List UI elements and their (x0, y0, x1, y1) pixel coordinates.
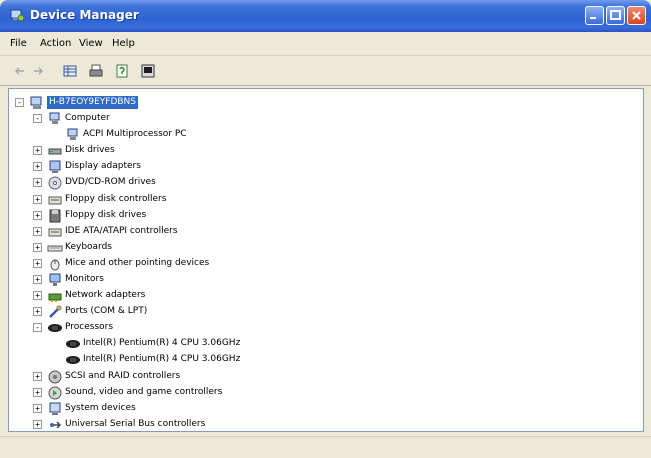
usb-icon (50, 421, 62, 429)
processor-icon (48, 324, 62, 332)
expand-icon[interactable]: + (33, 404, 42, 413)
expand-icon[interactable]: + (33, 195, 42, 204)
tree-node-label: Keyboards (65, 242, 112, 252)
status-bar (0, 436, 651, 458)
help-icon[interactable] (114, 63, 130, 79)
window-title: Device Manager (30, 8, 139, 22)
computer-icon (67, 128, 78, 140)
tree-node-label: IDE ATA/ATAPI controllers (65, 226, 178, 236)
tree-node-label: DVD/CD-ROM drives (65, 177, 156, 187)
device-manager-icon (10, 9, 24, 22)
tree-node-label: Processors (65, 322, 114, 332)
keyboard-icon (47, 245, 63, 252)
menu-view[interactable]: View (79, 38, 103, 49)
expand-icon[interactable]: + (33, 420, 42, 429)
cdrom-icon (48, 176, 62, 190)
controller-icon (48, 228, 62, 237)
print-icon[interactable] (88, 63, 104, 79)
expand-icon[interactable]: + (33, 146, 42, 155)
processor-icon (66, 340, 80, 348)
system-icon (49, 402, 61, 415)
tree-node-label: Floppy disk drives (65, 210, 147, 220)
tree-node-label: Intel(R) Pentium(R) 4 CPU 3.06GHz (83, 338, 241, 348)
tree-node-label: Display adapters (65, 161, 141, 171)
tree-node-label: Monitors (65, 274, 104, 284)
minimize-icon (590, 17, 596, 19)
tree-node-label: Mice and other pointing devices (65, 258, 210, 268)
toolbar (0, 56, 651, 86)
title-bar[interactable]: Device Manager (0, 0, 651, 32)
processor-icon (66, 356, 80, 364)
device-manager-window: Device Manager File Action View Help - H… (0, 0, 651, 458)
sound-icon (48, 386, 62, 400)
tree-node-label: Floppy disk controllers (65, 194, 167, 204)
forward-icon[interactable] (30, 63, 46, 79)
floppy-icon (49, 209, 61, 223)
tree-node-label: SCSI and RAID controllers (65, 371, 181, 381)
expand-icon[interactable]: + (33, 388, 42, 397)
minimize-button[interactable] (585, 6, 604, 25)
collapse-icon[interactable]: - (33, 114, 42, 123)
expand-icon[interactable]: + (33, 259, 42, 268)
root-computer-name[interactable]: H-B7EOY9EYFDBNS (47, 96, 139, 109)
scan-hardware-icon[interactable] (140, 63, 156, 79)
device-tree[interactable]: - H-B7EOY9EYFDBNS - Computer ACPI Multipro… (8, 88, 644, 432)
tree-node-label: ACPI Multiprocessor PC (83, 129, 187, 139)
expand-icon[interactable]: + (33, 178, 42, 187)
display-icon (49, 160, 61, 173)
tree-node-label: Network adapters (65, 290, 146, 300)
monitor-icon (49, 273, 61, 286)
scsi-icon (48, 370, 62, 384)
network-icon (48, 293, 62, 302)
tree-node-label: Sound, video and game controllers (65, 387, 223, 397)
collapse-icon[interactable]: - (15, 98, 24, 107)
tree-node-label: System devices (65, 403, 136, 413)
computer-icon (49, 112, 60, 124)
controller-icon (48, 196, 62, 205)
mouse-icon (50, 259, 60, 271)
maximize-button[interactable] (606, 6, 625, 25)
maximize-icon (610, 10, 621, 20)
tree-node-label: Ports (COM & LPT) (65, 306, 148, 316)
menu-action[interactable]: Action (40, 38, 71, 49)
tree-node-label: Disk drives (65, 145, 115, 155)
back-icon[interactable] (12, 63, 28, 79)
expand-icon[interactable]: + (33, 162, 42, 171)
computer-icon (30, 96, 42, 109)
menu-bar: File Action View Help (0, 32, 651, 56)
expand-icon[interactable]: + (33, 307, 42, 316)
expand-icon[interactable]: + (33, 291, 42, 300)
close-icon (632, 11, 641, 20)
tree-node-label: Universal Serial Bus controllers (65, 419, 206, 429)
expand-icon[interactable]: + (33, 227, 42, 236)
expand-icon[interactable]: + (33, 275, 42, 284)
port-icon (49, 305, 62, 318)
expand-icon[interactable]: + (33, 372, 42, 381)
collapse-icon[interactable]: - (33, 323, 42, 332)
expand-icon[interactable]: + (33, 243, 42, 252)
tree-node-label: Computer (65, 113, 110, 123)
expand-icon[interactable]: + (33, 211, 42, 220)
properties-grid-icon[interactable] (62, 63, 78, 79)
disk-drive-icon (48, 148, 62, 155)
menu-help[interactable]: Help (112, 38, 135, 49)
close-button[interactable] (627, 6, 646, 25)
tree-node-label: Intel(R) Pentium(R) 4 CPU 3.06GHz (83, 354, 241, 364)
menu-file[interactable]: File (10, 38, 27, 49)
